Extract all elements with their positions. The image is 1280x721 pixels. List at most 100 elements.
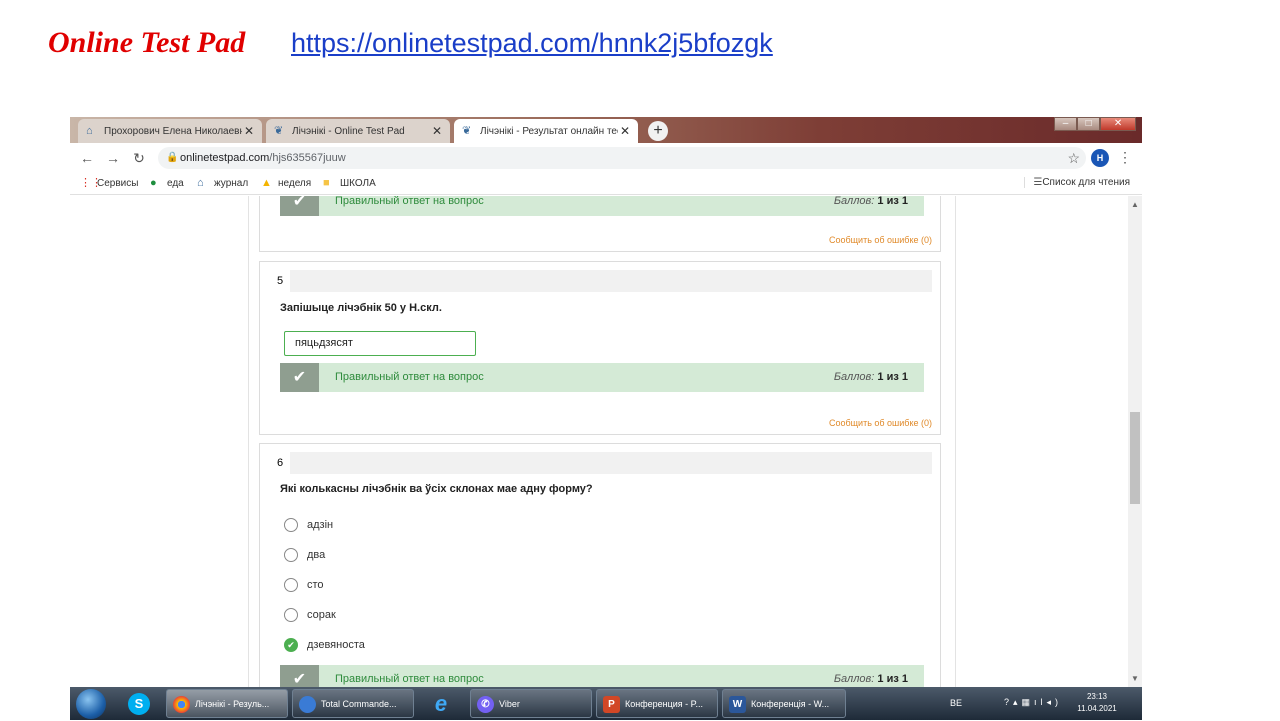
back-icon[interactable]: ← (74, 150, 100, 166)
report-error-link[interactable]: Сообщить об ошибке (0) (829, 235, 932, 245)
radio-icon[interactable] (284, 578, 298, 592)
reload-icon[interactable]: ↻ (126, 150, 152, 167)
score-value: 1 из 1 (877, 371, 908, 383)
tray-icons[interactable]: ?▴▦ıl◂) (1004, 697, 1062, 708)
radio-icon[interactable] (284, 608, 298, 622)
address-bar: ← → ↻ 🔒 onlinetestpad.com/hjs635567juuw … (70, 143, 1142, 173)
taskbar-item-word[interactable]: W Конференція - W... (722, 689, 846, 718)
internet-explorer-icon[interactable]: e (424, 690, 458, 718)
result-bar: ✔ Правильный ответ на вопрос Баллов: 1 и… (280, 363, 924, 392)
tab-result[interactable]: ❦ Лічэнікі - Результат онлайн тест ✕ (454, 119, 638, 143)
checkmark-icon: ✔ (280, 196, 319, 216)
option-label: сорак (307, 609, 336, 621)
option-adzin[interactable]: адзін (284, 516, 333, 534)
drive-icon: ▲ (261, 177, 272, 189)
slide-title: Online Test Pad (48, 26, 246, 59)
checkmark-icon: ✔ (280, 665, 319, 687)
folder-icon: ■ (323, 177, 330, 189)
window-controls: – □ ✕ (1054, 117, 1136, 133)
testpad-icon: ❦ (462, 125, 472, 137)
option-dva[interactable]: два (284, 546, 325, 564)
option-label: сто (307, 579, 324, 591)
taskbar-item-chrome[interactable]: Лічэнікі - Резуль... (166, 689, 288, 718)
question-card-4: ✔ Правильный ответ на вопрос Баллов: 1 и… (259, 196, 941, 252)
avatar[interactable]: Н (1091, 149, 1109, 167)
close-icon[interactable]: ✕ (242, 124, 256, 138)
score: Баллов: 1 из 1 (834, 196, 908, 216)
result-bar: ✔ Правильный ответ на вопрос Баллов: 1 и… (280, 196, 924, 216)
windows-taskbar: S Лічэнікі - Резуль... Total Commande...… (70, 687, 1142, 720)
home-icon: ⌂ (197, 177, 204, 189)
tab-prokhorovich[interactable]: ⌂ Прохорович Елена Николаевна ✕ (78, 119, 262, 143)
url-input[interactable]: 🔒 onlinetestpad.com/hjs635567juuw ☆ (158, 147, 1086, 169)
tab-lichebniki[interactable]: ❦ Лічэнікі - Online Test Pad ✕ (266, 119, 450, 143)
taskbar-item-powerpoint[interactable]: P Конференция - P... (596, 689, 718, 718)
result-text: Правильный ответ на вопрос (335, 673, 484, 685)
tab-label: Лічэнікі - Результат онлайн тест (480, 125, 618, 137)
url-path: /hjs635567juuw (269, 152, 346, 164)
new-tab-button[interactable]: + (648, 121, 668, 141)
page-viewport: ✔ Правильный ответ на вопрос Баллов: 1 и… (70, 196, 1142, 687)
clock[interactable]: 23:13 11.04.2021 (1072, 691, 1122, 715)
bookmark-services[interactable]: ⋮⋮ Сервисы (80, 177, 138, 189)
question-number: 6 (270, 452, 290, 474)
option-sto[interactable]: сто (284, 576, 324, 594)
bookmark-label: неделя (278, 177, 312, 189)
checkmark-icon: ✔ (280, 363, 319, 392)
chrome-icon (173, 696, 190, 713)
url-host: onlinetestpad.com (180, 152, 270, 164)
scroll-up-icon[interactable]: ▲ (1131, 200, 1139, 209)
home-icon: ⌂ (86, 125, 93, 137)
bookmarks-bar: ⋮⋮ Сервисы ● еда ⌂ журнал ▲ неделя ■ ШКО… (70, 173, 1142, 195)
tab-label: Лічэнікі - Online Test Pad (292, 125, 405, 137)
close-icon[interactable]: ✕ (430, 124, 444, 138)
tab-bar: ⌂ Прохорович Елена Николаевна ✕ ❦ Лічэні… (70, 117, 1142, 143)
clock-time: 23:13 (1086, 692, 1108, 701)
radio-icon[interactable] (284, 548, 298, 562)
question-card-5: 5 Запішыце лічэбнік 50 у Н.скл. пяцьдзяс… (259, 261, 941, 435)
window-close-button[interactable]: ✕ (1100, 117, 1136, 131)
close-icon[interactable]: ✕ (618, 124, 632, 138)
option-label: два (307, 549, 326, 561)
option-sorak[interactable]: сорак (284, 606, 336, 624)
forward-icon[interactable]: → (100, 150, 126, 166)
question-number-bar: 5 (270, 270, 932, 292)
minimize-button[interactable]: – (1054, 117, 1078, 131)
scroll-down-icon[interactable]: ▼ (1131, 674, 1139, 683)
skype-icon[interactable]: S (122, 690, 156, 718)
score: Баллов: 1 из 1 (834, 665, 908, 687)
total-commander-icon (299, 696, 316, 713)
bookmark-shkola[interactable]: ■ ШКОЛА (323, 177, 376, 189)
question-number: 5 (270, 270, 290, 292)
taskbar-item-total-commander[interactable]: Total Commande... (292, 689, 414, 718)
bookmark-nedelya[interactable]: ▲ неделя (261, 177, 311, 189)
viber-icon: ✆ (477, 696, 494, 713)
start-button[interactable] (76, 689, 106, 719)
language-indicator[interactable]: BE (950, 698, 962, 708)
option-dzevyanosta[interactable]: ✔ дзевяноста (284, 636, 365, 654)
scrollbar-thumb[interactable] (1130, 412, 1140, 504)
clock-date: 11.04.2021 (1077, 704, 1117, 713)
question-text: Які колькасны лічэбнік ва ўсіх склонах м… (280, 483, 593, 495)
maximize-button[interactable]: □ (1077, 117, 1101, 131)
score-label: Баллов: (833, 371, 875, 383)
question-number-bar: 6 (270, 452, 932, 474)
answer-field[interactable]: пяцьдзясят (284, 331, 476, 356)
page-scrollbar[interactable]: ▲ ▼ (1128, 196, 1142, 687)
reading-list-button[interactable]: ☰ Список для чтения (1024, 177, 1130, 188)
result-bar: ✔ Правильный ответ на вопрос Баллов: 1 и… (280, 665, 924, 687)
report-error-link[interactable]: Сообщить об ошибке (0) (829, 418, 932, 428)
browser-window: ⌂ Прохорович Елена Николаевна ✕ ❦ Лічэні… (70, 117, 1142, 687)
powerpoint-icon: P (603, 696, 620, 713)
bookmark-zhurnal[interactable]: ⌂ журнал (197, 177, 248, 189)
star-icon[interactable]: ☆ (1067, 147, 1080, 169)
slide-link[interactable]: https://onlinetestpad.com/hnnk2j5bfozgk (291, 28, 773, 59)
question-card-6: 6 Які колькасны лічэбнік ва ўсіх склонах… (259, 443, 941, 687)
taskbar-item-viber[interactable]: ✆ Viber (470, 689, 592, 718)
testpad-icon: ❦ (274, 125, 284, 137)
taskbar-label: Конференція - W... (751, 699, 830, 709)
check-circle-icon[interactable]: ✔ (284, 638, 298, 652)
menu-icon[interactable]: ⋮ (1118, 149, 1132, 166)
bookmark-eda[interactable]: ● еда (150, 177, 184, 189)
radio-icon[interactable] (284, 518, 298, 532)
